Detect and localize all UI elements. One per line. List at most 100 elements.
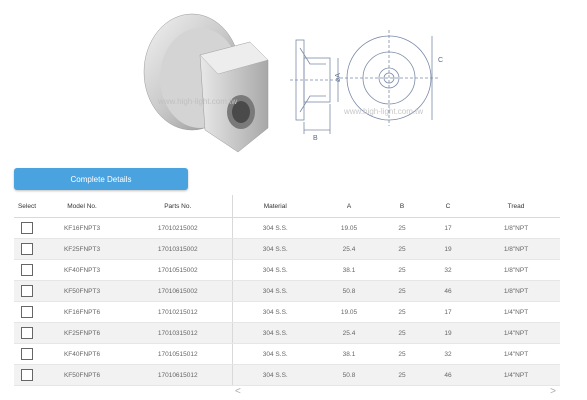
select-cell: [14, 238, 40, 260]
material-cell: 304 S.S.: [232, 280, 318, 302]
parts-cell: 17010215012: [124, 301, 233, 323]
model-cell: KF40FNPT6: [40, 343, 124, 365]
row-checkbox[interactable]: [21, 306, 33, 318]
table-row: KF25FNPT3 17010315002 304 S.S. 25.4 25 1…: [14, 238, 560, 260]
parts-cell: 17010215002: [124, 217, 233, 239]
select-cell: [14, 259, 40, 281]
b-cell: 25: [380, 364, 424, 386]
model-cell: KF50FNPT6: [40, 364, 124, 386]
model-cell: KF16FNPT6: [40, 301, 124, 323]
c-cell: 32: [424, 343, 472, 365]
material-cell: 304 S.S.: [232, 259, 318, 281]
side-view-drawing: [290, 39, 339, 134]
dimension-label-b: B: [313, 135, 318, 142]
table-row: KF50FNPT6 17010615012 304 S.S. 50.8 25 4…: [14, 364, 560, 386]
material-cell: 304 S.S.: [232, 301, 318, 323]
row-checkbox[interactable]: [21, 348, 33, 360]
select-cell: [14, 301, 40, 323]
a-cell: 19.05: [318, 217, 380, 239]
scroll-left-arrow-icon[interactable]: <: [235, 386, 241, 398]
b-cell: 25: [380, 322, 424, 344]
model-cell: KF16FNPT3: [40, 217, 124, 239]
header-model: Model No.: [40, 195, 124, 218]
a-cell: 25.4: [318, 238, 380, 260]
a-cell: 50.8: [318, 280, 380, 302]
select-cell: [14, 280, 40, 302]
model-cell: KF25FNPT6: [40, 322, 124, 344]
tread-cell: 1/4"NPT: [472, 343, 560, 365]
table-row: KF16FNPT6 17010215012 304 S.S. 19.05 25 …: [14, 301, 560, 323]
model-cell: KF50FNPT3: [40, 280, 124, 302]
select-cell: [14, 217, 40, 239]
dimension-label-a: øA: [335, 73, 342, 82]
table-row: KF25FNPT6 17010315012 304 S.S. 25.4 25 1…: [14, 322, 560, 344]
parts-cell: 17010315012: [124, 322, 233, 344]
table-row: KF16FNPT3 17010215002 304 S.S. 19.05 25 …: [14, 217, 560, 239]
a-cell: 38.1: [318, 259, 380, 281]
b-cell: 25: [380, 217, 424, 239]
table-row: KF50FNPT3 17010615002 304 S.S. 50.8 25 4…: [14, 280, 560, 302]
horizontal-scrollbar[interactable]: < >: [233, 386, 560, 398]
c-cell: 19: [424, 238, 472, 260]
scroll-right-arrow-icon[interactable]: >: [550, 386, 556, 398]
select-cell: [14, 343, 40, 365]
a-cell: 50.8: [318, 364, 380, 386]
row-checkbox[interactable]: [21, 285, 33, 297]
row-checkbox[interactable]: [21, 369, 33, 381]
row-checkbox[interactable]: [21, 327, 33, 339]
tread-cell: 1/4"NPT: [472, 301, 560, 323]
b-cell: 25: [380, 259, 424, 281]
a-cell: 25.4: [318, 322, 380, 344]
header-select: Select: [14, 195, 40, 218]
parts-cell: 17010515002: [124, 259, 233, 281]
b-cell: 25: [380, 238, 424, 260]
parts-cell: 17010315002: [124, 238, 233, 260]
tread-cell: 1/8"NPT: [472, 259, 560, 281]
b-cell: 25: [380, 280, 424, 302]
material-cell: 304 S.S.: [232, 343, 318, 365]
c-cell: 19: [424, 322, 472, 344]
tread-cell: 1/8"NPT: [472, 238, 560, 260]
header-c: C: [424, 195, 472, 218]
parts-cell: 17010615002: [124, 280, 233, 302]
b-cell: 25: [380, 301, 424, 323]
table-row: KF40FNPT6 17010515012 304 S.S. 38.1 25 3…: [14, 343, 560, 365]
model-cell: KF25FNPT3: [40, 238, 124, 260]
watermark-2: www.high-light.com.tw: [343, 107, 423, 116]
model-cell: KF40FNPT3: [40, 259, 124, 281]
table-row: KF40FNPT3 17010515002 304 S.S. 38.1 25 3…: [14, 259, 560, 281]
row-checkbox[interactable]: [21, 222, 33, 234]
tread-cell: 1/4"NPT: [472, 322, 560, 344]
header-parts: Parts No.: [124, 195, 233, 218]
table-header-row: Select Model No. Parts No. Material A B …: [14, 195, 560, 218]
material-cell: 304 S.S.: [232, 322, 318, 344]
select-cell: [14, 322, 40, 344]
header-material: Material: [232, 195, 318, 218]
product-illustration: www.high-light.com.tw øA B C www.high-li…: [143, 13, 443, 153]
c-cell: 17: [424, 301, 472, 323]
select-cell: [14, 364, 40, 386]
material-cell: 304 S.S.: [232, 364, 318, 386]
material-cell: 304 S.S.: [232, 238, 318, 260]
row-checkbox[interactable]: [21, 264, 33, 276]
row-checkbox[interactable]: [21, 243, 33, 255]
c-cell: 46: [424, 364, 472, 386]
watermark-1: www.high-light.com.tw: [157, 97, 237, 106]
c-cell: 17: [424, 217, 472, 239]
header-tread: Tread: [472, 195, 560, 218]
header-a: A: [318, 195, 380, 218]
fitting-render: [143, 13, 269, 153]
tread-cell: 1/8"NPT: [472, 217, 560, 239]
product-table-container: Select Model No. Parts No. Material A B …: [14, 195, 560, 386]
c-cell: 32: [424, 259, 472, 281]
b-cell: 25: [380, 343, 424, 365]
dimension-label-c: C: [438, 57, 443, 64]
header-b: B: [380, 195, 424, 218]
material-cell: 304 S.S.: [232, 217, 318, 239]
parts-cell: 17010515012: [124, 343, 233, 365]
parts-cell: 17010615012: [124, 364, 233, 386]
complete-details-button[interactable]: Complete Details: [14, 168, 188, 190]
tread-cell: 1/4"NPT: [472, 364, 560, 386]
product-table: Select Model No. Parts No. Material A B …: [14, 195, 560, 386]
tread-cell: 1/8"NPT: [472, 280, 560, 302]
